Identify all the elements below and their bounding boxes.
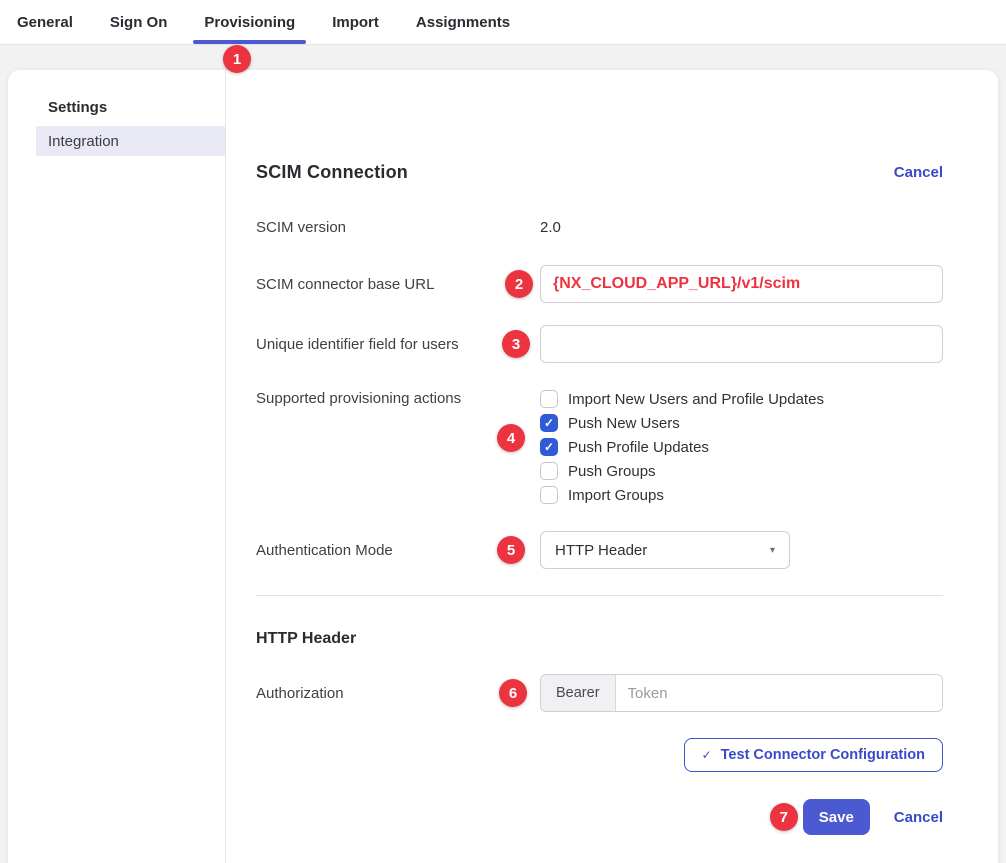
authorization-input-group: Bearer bbox=[540, 674, 943, 712]
checkbox-label: Import New Users and Profile Updates bbox=[568, 391, 824, 408]
page-title: SCIM Connection bbox=[256, 162, 408, 183]
token-input[interactable] bbox=[616, 675, 942, 711]
annotation-badge-2: 2 bbox=[505, 270, 533, 298]
test-connector-button-label: Test Connector Configuration bbox=[721, 747, 925, 763]
annotation-badge-6: 6 bbox=[499, 679, 527, 707]
unique-identifier-input[interactable] bbox=[540, 325, 943, 363]
scim-version-value: 2.0 bbox=[540, 219, 561, 236]
provisioning-card: Settings Integration SCIM Connection Can… bbox=[8, 70, 998, 863]
unique-identifier-label: Unique identifier field for users bbox=[256, 336, 540, 353]
check-icon: ✓ bbox=[702, 748, 712, 762]
annotation-badge-5: 5 bbox=[497, 536, 525, 564]
checkbox-row-push-new-users[interactable]: Push New Users bbox=[540, 411, 943, 435]
base-url-input[interactable] bbox=[540, 265, 943, 303]
tab-assignments-label: Assignments bbox=[416, 14, 510, 31]
base-url-label: SCIM connector base URL bbox=[256, 276, 540, 293]
http-header-section-title: HTTP Header bbox=[256, 630, 356, 648]
save-row: 7 Save Cancel bbox=[256, 799, 943, 835]
tab-general[interactable]: General bbox=[17, 0, 73, 44]
annotation-badge-7: 7 bbox=[770, 803, 798, 831]
tab-provisioning-label: Provisioning bbox=[204, 14, 295, 31]
tab-import-label: Import bbox=[332, 14, 379, 31]
unique-identifier-field-wrap bbox=[540, 325, 943, 363]
checkbox-row-push-groups[interactable]: Push Groups bbox=[540, 459, 943, 483]
authorization-field-wrap: Bearer bbox=[540, 674, 943, 712]
test-connector-row: ✓ Test Connector Configuration bbox=[256, 738, 943, 772]
sidebar-item-integration[interactable]: Integration bbox=[36, 126, 225, 156]
sidebar-item-integration-label: Integration bbox=[48, 133, 119, 150]
authorization-row: Authorization 6 Bearer bbox=[256, 674, 943, 712]
tab-sign-on[interactable]: Sign On bbox=[110, 0, 168, 44]
authentication-mode-select[interactable]: HTTP Header ▾ bbox=[540, 531, 790, 569]
bearer-prefix: Bearer bbox=[541, 675, 616, 711]
save-button[interactable]: Save bbox=[803, 799, 870, 835]
annotation-badge-3: 3 bbox=[502, 330, 530, 358]
checkbox-label: Push Groups bbox=[568, 463, 656, 480]
provisioning-actions-list: Import New Users and Profile Updates Pus… bbox=[540, 387, 943, 507]
tab-bar: General Sign On Provisioning Import Assi… bbox=[0, 0, 1006, 45]
panel-header: SCIM Connection Cancel bbox=[256, 160, 943, 184]
annotation-badge-4: 4 bbox=[497, 424, 525, 452]
tab-provisioning[interactable]: Provisioning bbox=[204, 0, 295, 44]
tab-import[interactable]: Import bbox=[332, 0, 379, 44]
unique-identifier-row: Unique identifier field for users 3 bbox=[256, 325, 943, 363]
provisioning-actions-row: Supported provisioning actions 4 Import … bbox=[256, 387, 943, 507]
checkbox-row-import-groups[interactable]: Import Groups bbox=[540, 483, 943, 507]
authentication-mode-field-wrap: HTTP Header ▾ bbox=[540, 531, 943, 569]
provisioning-actions-label: Supported provisioning actions bbox=[256, 387, 540, 411]
checkbox-import-new-users[interactable] bbox=[540, 390, 558, 408]
checkbox-push-groups[interactable] bbox=[540, 462, 558, 480]
tab-sign-on-label: Sign On bbox=[110, 14, 168, 31]
checkbox-row-push-profile-updates[interactable]: Push Profile Updates bbox=[540, 435, 943, 459]
cancel-link-top[interactable]: Cancel bbox=[894, 164, 943, 181]
scim-version-row: SCIM version 2.0 bbox=[256, 218, 943, 236]
tab-assignments[interactable]: Assignments bbox=[416, 0, 510, 44]
test-connector-button[interactable]: ✓ Test Connector Configuration bbox=[684, 738, 943, 772]
checkbox-row-import-new-users[interactable]: Import New Users and Profile Updates bbox=[540, 387, 943, 411]
base-url-field-wrap bbox=[540, 265, 943, 303]
authorization-label: Authorization bbox=[256, 685, 540, 702]
scim-version-label: SCIM version bbox=[256, 219, 540, 236]
settings-sidebar: Settings Integration bbox=[8, 70, 226, 863]
checkbox-label: Import Groups bbox=[568, 487, 664, 504]
checkbox-label: Push New Users bbox=[568, 415, 680, 432]
checkbox-import-groups[interactable] bbox=[540, 486, 558, 504]
section-divider bbox=[256, 595, 943, 596]
chevron-down-icon: ▾ bbox=[770, 545, 775, 556]
annotation-badge-1: 1 bbox=[223, 45, 251, 73]
checkbox-label: Push Profile Updates bbox=[568, 439, 709, 456]
scim-connection-panel: SCIM Connection Cancel SCIM version 2.0 … bbox=[226, 70, 998, 863]
cancel-link-bottom[interactable]: Cancel bbox=[894, 809, 943, 826]
authentication-mode-value: HTTP Header bbox=[555, 542, 647, 559]
tab-general-label: General bbox=[17, 14, 73, 31]
sidebar-header: Settings bbox=[48, 99, 225, 117]
checkbox-push-new-users[interactable] bbox=[540, 414, 558, 432]
base-url-row: SCIM connector base URL 2 bbox=[256, 265, 943, 303]
authentication-mode-row: Authentication Mode 5 HTTP Header ▾ bbox=[256, 531, 943, 569]
checkbox-push-profile-updates[interactable] bbox=[540, 438, 558, 456]
